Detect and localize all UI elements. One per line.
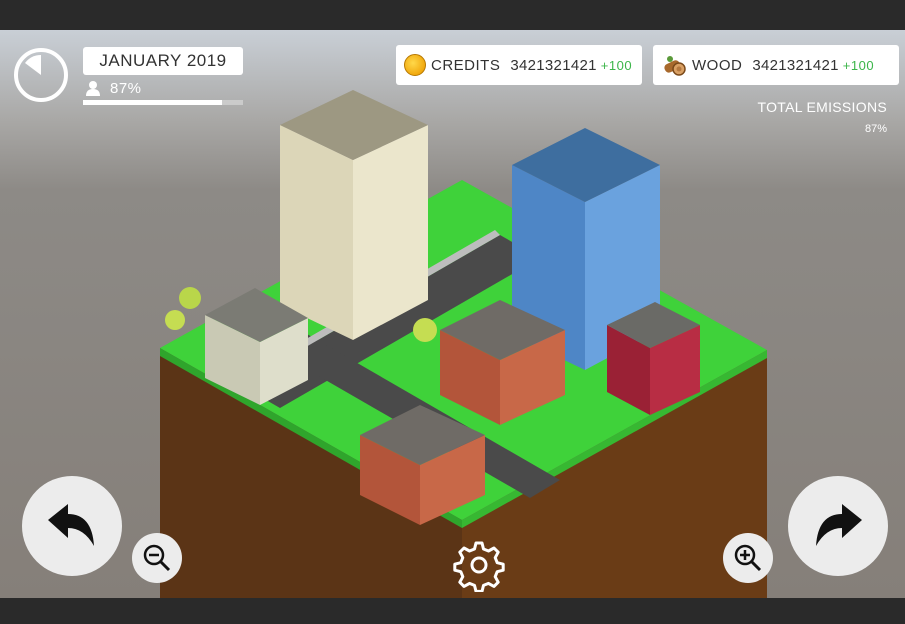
zoom-out-icon	[143, 544, 171, 572]
total-emissions-value: 87%	[864, 123, 887, 135]
population-progress-fill	[83, 100, 222, 105]
population-person-icon	[86, 81, 100, 96]
wood-logs-icon	[664, 56, 686, 76]
credits-counter: CREDITS 3421321421 +100	[396, 45, 642, 85]
zoom-in-button[interactable]	[723, 533, 773, 583]
timer-clock-icon	[14, 48, 68, 102]
gear-icon[interactable]	[452, 538, 506, 592]
zoom-out-button[interactable]	[132, 533, 182, 583]
game-viewport[interactable]: JANUARY 2019 87% CREDITS 3421321421 +100…	[0, 30, 905, 598]
wood-value: 3421321421	[752, 56, 839, 74]
undo-arrow-icon	[48, 504, 94, 546]
bottom-letterbox-bar	[0, 598, 905, 624]
city-diorama[interactable]	[0, 30, 905, 598]
coin-icon	[404, 54, 426, 76]
rotate-right-button[interactable]	[788, 476, 888, 576]
tree	[165, 310, 185, 330]
population-percent: 87%	[110, 80, 142, 97]
wood-counter: WOOD 3421321421 +100	[653, 45, 899, 85]
credits-value: 3421321421	[510, 56, 597, 74]
credits-delta: +100	[600, 57, 633, 73]
wood-delta: +100	[842, 57, 875, 73]
tree	[179, 287, 201, 309]
beige-tower-left	[280, 125, 353, 340]
total-emissions-label: TOTAL EMISSIONS	[757, 99, 887, 115]
date-text: JANUARY 2019	[99, 51, 227, 70]
redo-arrow-icon	[816, 504, 862, 546]
top-letterbox-bar	[0, 0, 905, 30]
population-progress-bar	[83, 100, 243, 105]
credits-label: CREDITS	[431, 56, 501, 74]
tree	[413, 318, 437, 342]
zoom-in-icon	[734, 544, 762, 572]
date-display: JANUARY 2019	[83, 47, 243, 75]
wood-label: WOOD	[692, 56, 743, 74]
rotate-left-button[interactable]	[22, 476, 122, 576]
